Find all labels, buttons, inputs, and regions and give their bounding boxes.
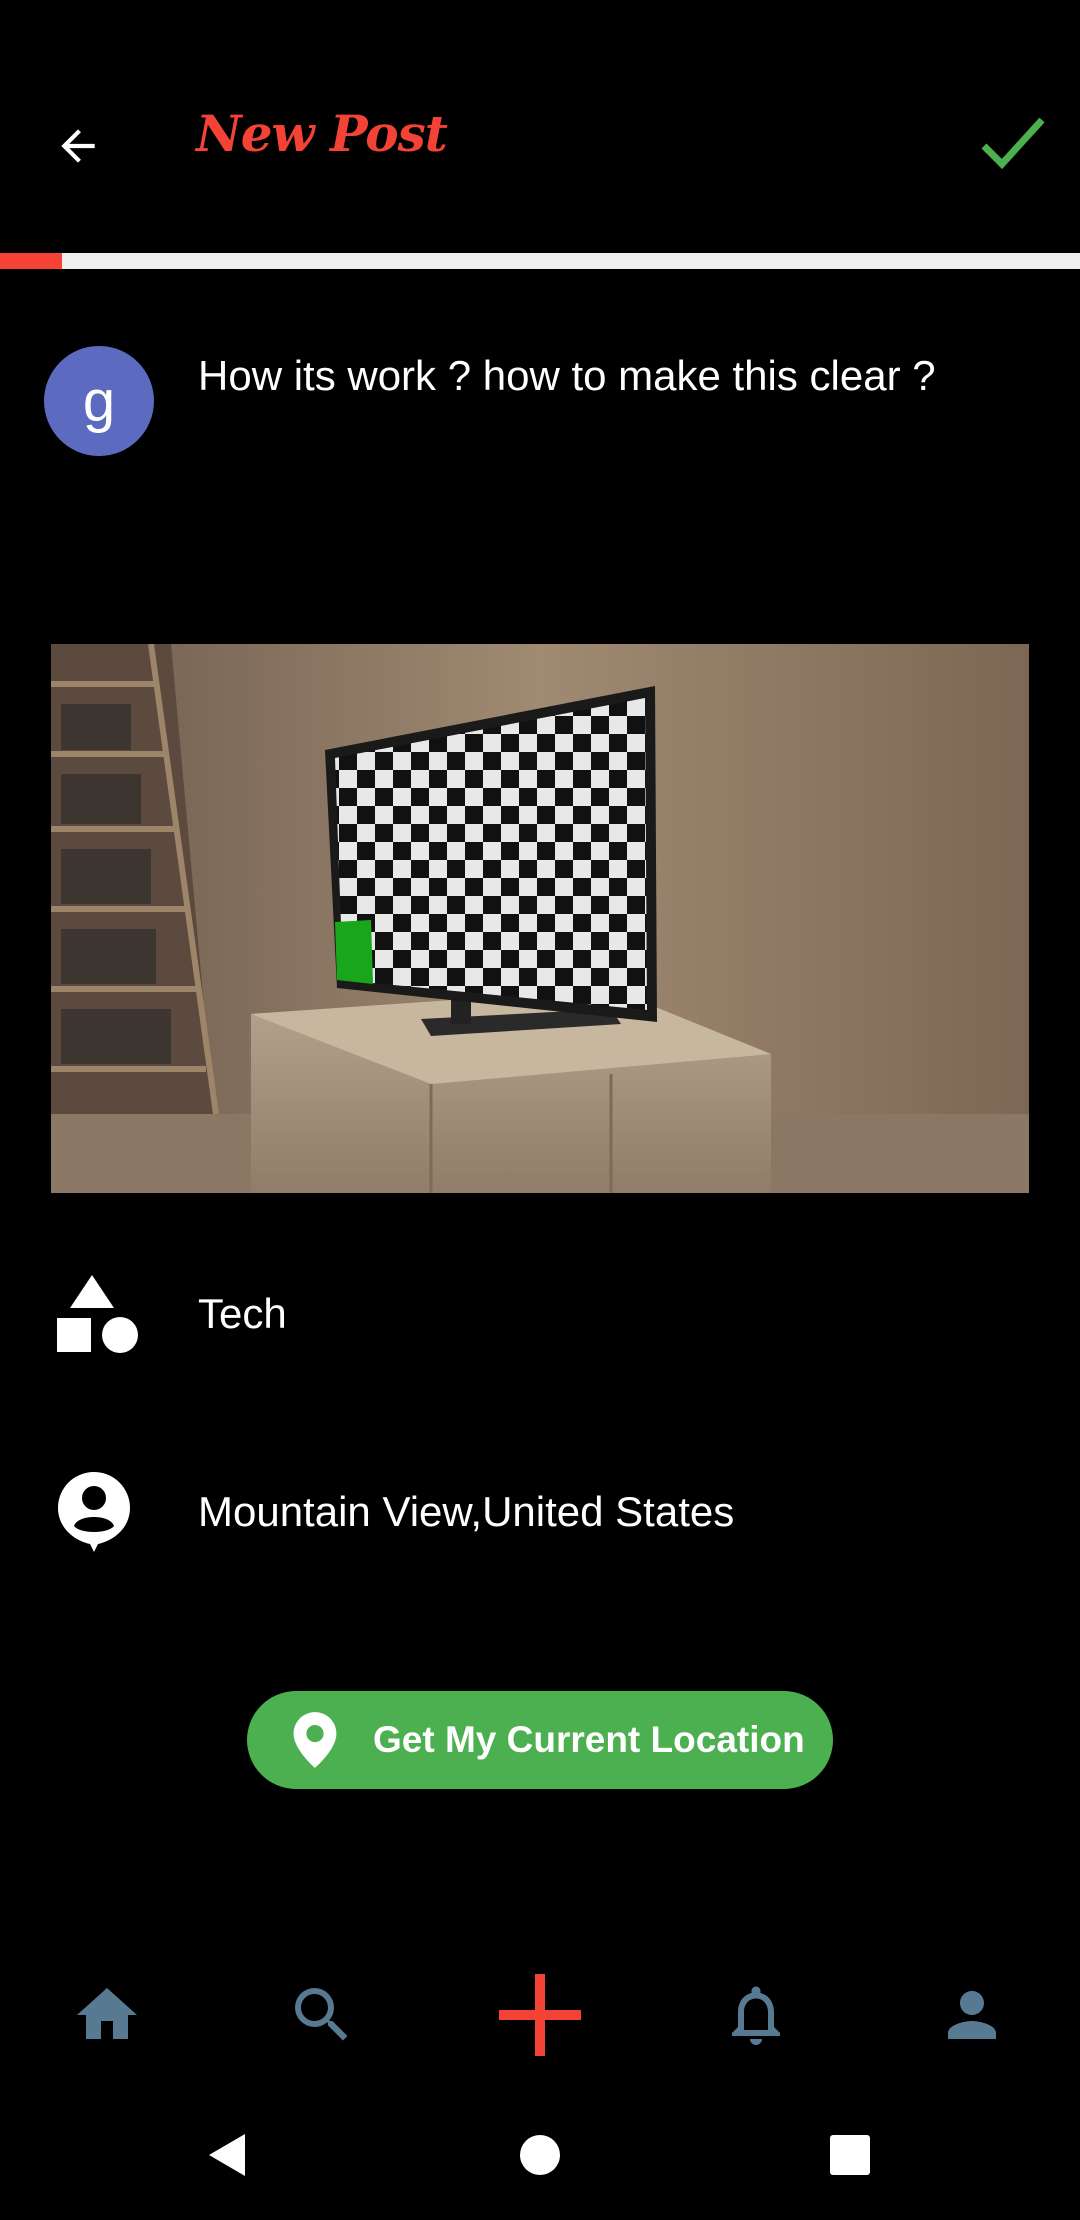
- progress-fill: [0, 253, 62, 269]
- nav-profile[interactable]: [912, 1950, 1032, 2080]
- bottom-navigation: [0, 1950, 1080, 2080]
- back-triangle-icon: [209, 2134, 245, 2176]
- get-location-label: Get My Current Location: [373, 1719, 805, 1760]
- add-icon: [499, 1974, 581, 2056]
- home-icon: [77, 1988, 137, 2039]
- nav-add[interactable]: [480, 1950, 600, 2080]
- bell-icon: [732, 1986, 780, 2045]
- system-recents-button[interactable]: [790, 2090, 910, 2220]
- post-image[interactable]: [51, 644, 1029, 1193]
- recents-square-icon: [830, 2135, 870, 2175]
- home-circle-icon: [520, 2135, 560, 2175]
- back-button[interactable]: [40, 108, 116, 184]
- page-title: New Post: [196, 104, 448, 163]
- arrow-left-icon: [61, 129, 95, 163]
- system-navigation: [0, 2090, 1080, 2220]
- system-back-button[interactable]: [168, 2090, 288, 2220]
- avatar: g: [44, 346, 154, 456]
- post-text[interactable]: How its work ? how to make this clear ?: [198, 352, 936, 400]
- location-pin-icon: [293, 1712, 337, 1768]
- person-icon: [948, 1991, 996, 2039]
- category-label[interactable]: Tech: [198, 1290, 287, 1338]
- shapes-icon: [52, 1270, 142, 1360]
- app-bar: New Post: [0, 0, 1080, 250]
- system-home-button[interactable]: [480, 2090, 600, 2220]
- nav-notifications[interactable]: [696, 1950, 816, 2080]
- nav-search[interactable]: [262, 1950, 382, 2080]
- progress-bar: [0, 253, 1080, 269]
- tv-room-image: [51, 644, 1029, 1193]
- check-icon: [981, 117, 1045, 170]
- nav-home[interactable]: [47, 1950, 167, 2080]
- person-pin-icon: [52, 1468, 142, 1558]
- search-icon: [295, 1988, 348, 2041]
- location-label[interactable]: Mountain View,United States: [198, 1488, 734, 1536]
- confirm-button[interactable]: [978, 110, 1048, 180]
- get-location-button[interactable]: Get My Current Location: [247, 1691, 833, 1789]
